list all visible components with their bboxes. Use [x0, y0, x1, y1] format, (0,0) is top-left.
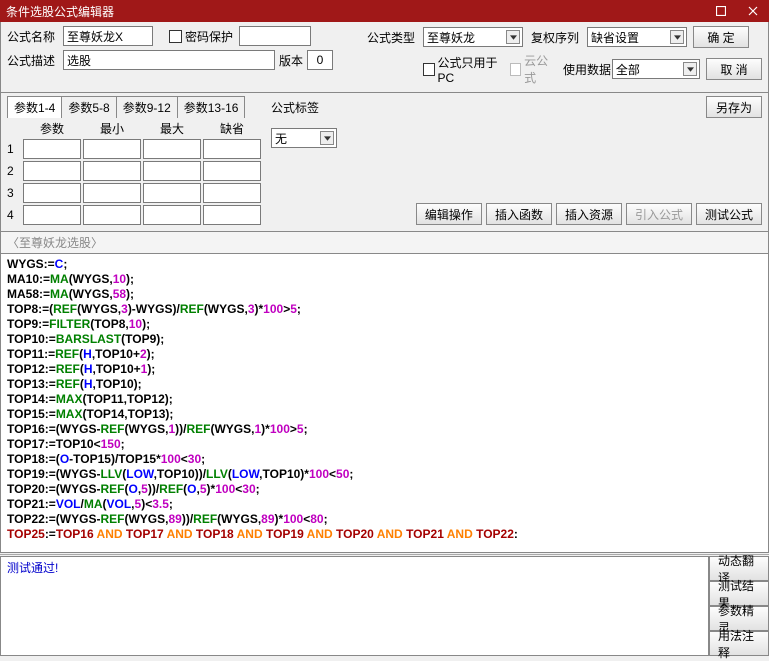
side-buttons: 动态翻译测试结果参数精灵用法注释 [709, 556, 769, 656]
param-cell[interactable] [83, 139, 141, 159]
param-cell[interactable] [203, 205, 261, 225]
param-header: 最大 [143, 120, 201, 137]
saveas-button[interactable]: 另存为 [706, 96, 762, 118]
version-label: 版本 [279, 52, 303, 69]
param-cell[interactable] [203, 161, 261, 181]
param-cell[interactable] [83, 205, 141, 225]
title-bar: 条件选股公式编辑器 [0, 0, 769, 22]
param-cell[interactable] [23, 205, 81, 225]
desc-label: 公式描述 [7, 52, 63, 69]
maximize-button[interactable] [705, 0, 737, 22]
param-tab[interactable]: 参数5-8 [61, 96, 116, 118]
param-grid: 参数最小最大缺省1234 [7, 120, 261, 225]
cloud-checkbox: 云公式 [510, 52, 555, 86]
code-editor[interactable]: WYGS:=C;MA10:=MA(WYGS,10);MA58:=MA(WYGS,… [0, 254, 769, 553]
param-cell[interactable] [143, 183, 201, 203]
param-cell[interactable] [143, 205, 201, 225]
side-button[interactable]: 用法注释 [709, 631, 769, 656]
param-tab[interactable]: 参数1-4 [7, 96, 62, 118]
param-header: 缺省 [203, 120, 261, 137]
test-formula-button[interactable]: 测试公式 [696, 203, 762, 225]
usedata-label: 使用数据 [563, 61, 612, 78]
version-input[interactable] [307, 50, 333, 70]
param-cell[interactable] [203, 183, 261, 203]
param-cell[interactable] [23, 183, 81, 203]
import-formula-button[interactable]: 引入公式 [626, 203, 692, 225]
usedata-select[interactable]: 全部 [612, 59, 700, 79]
window-title: 条件选股公式编辑器 [6, 3, 114, 20]
param-cell[interactable] [83, 183, 141, 203]
insert-res-button[interactable]: 插入资源 [556, 203, 622, 225]
param-cell[interactable] [143, 161, 201, 181]
name-input[interactable] [63, 26, 153, 46]
param-tab[interactable]: 参数9-12 [116, 96, 178, 118]
top-form: 公式名称 密码保护 公式描述 版本 公式类型 至尊妖龙 复权序列 缺省设置 确 … [0, 22, 769, 93]
type-select[interactable]: 至尊妖龙 [423, 27, 523, 47]
fq-label: 复权序列 [531, 29, 587, 46]
param-cell[interactable] [83, 161, 141, 181]
ok-button[interactable]: 确 定 [693, 26, 749, 48]
param-cell[interactable] [143, 139, 201, 159]
cancel-button[interactable]: 取 消 [706, 58, 762, 80]
tag-label: 公式标签 [271, 99, 327, 116]
desc-input[interactable] [63, 50, 275, 70]
password-input[interactable] [239, 26, 311, 46]
edit-op-button[interactable]: 编辑操作 [416, 203, 482, 225]
param-header: 最小 [83, 120, 141, 137]
pc-only-checkbox[interactable]: 公式只用于PC [423, 54, 504, 85]
password-checkbox[interactable]: 密码保护 [169, 28, 233, 45]
editor-title: 〈至尊妖龙选股〉 [0, 232, 769, 254]
param-cell[interactable] [23, 139, 81, 159]
param-cell[interactable] [203, 139, 261, 159]
param-area: 参数1-4参数5-8参数9-12参数13-16 参数最小最大缺省1234 公式标… [0, 93, 769, 232]
type-label: 公式类型 [367, 29, 423, 46]
close-button[interactable] [737, 0, 769, 22]
param-header: 参数 [23, 120, 81, 137]
fq-select[interactable]: 缺省设置 [587, 27, 687, 47]
name-label: 公式名称 [7, 28, 63, 45]
param-cell[interactable] [23, 161, 81, 181]
param-tab[interactable]: 参数13-16 [177, 96, 246, 118]
param-tabs: 参数1-4参数5-8参数9-12参数13-16 [7, 96, 261, 118]
message-area: 测试通过! [0, 556, 709, 656]
insert-func-button[interactable]: 插入函数 [486, 203, 552, 225]
tag-select[interactable]: 无 [271, 128, 337, 148]
